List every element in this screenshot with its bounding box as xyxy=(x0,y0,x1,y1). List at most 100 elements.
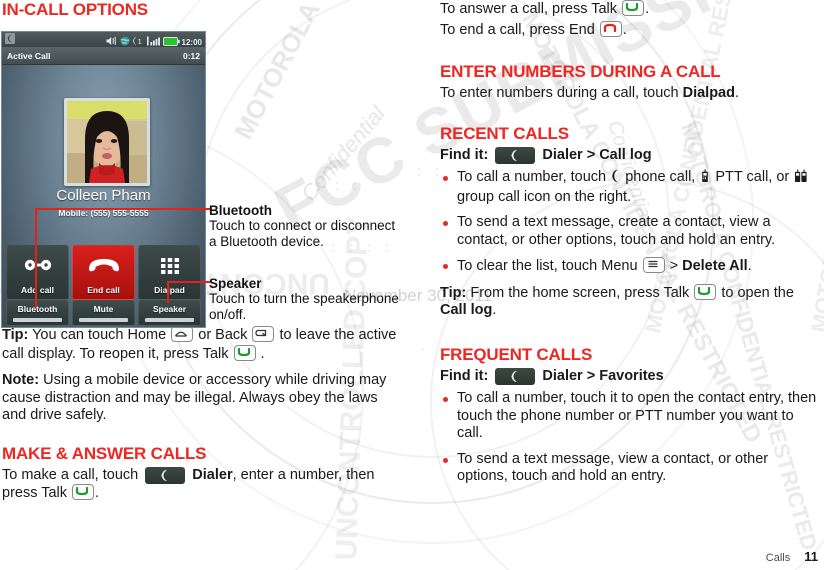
call-count-icon: 1 xyxy=(132,33,145,51)
make-call-text-1: To make a call, touch xyxy=(2,466,139,483)
note-text: Using a mobile device or accessory while… xyxy=(2,372,387,423)
talk-key-icon xyxy=(72,484,95,500)
tip-label: Tip: xyxy=(440,284,467,301)
menu-key-icon xyxy=(642,257,665,273)
make-answer-calls-heading: MAKE & ANSWER CALLS xyxy=(2,443,207,463)
status-bar-left xyxy=(5,32,15,49)
find-it-label: Find it: xyxy=(440,367,489,384)
dialer-app-button[interactable] xyxy=(495,146,536,164)
enter-numbers-paragraph: To enter numbers during a call, touch Di… xyxy=(440,85,822,103)
callout-leader-line xyxy=(167,281,169,303)
dialer-app-button[interactable] xyxy=(145,466,186,484)
recent-calls-path: Dialer > Call log xyxy=(542,146,652,163)
recent-tip-text-2: to open the xyxy=(721,284,794,301)
dialpad-label: Dialpad xyxy=(154,285,185,295)
dialpad-label: Dialpad xyxy=(682,85,735,101)
recent-tip-text-3: . xyxy=(492,302,497,318)
recent-tip-text-1: From the home screen, press Talk xyxy=(470,284,690,301)
tip-label: Tip: xyxy=(2,327,29,343)
toggle-indicator xyxy=(79,318,128,322)
in-call-body: Colleen Pham Mobile: (555) 555-5555 Add … xyxy=(2,65,205,327)
make-call-paragraph: To make a call, touch Dialer, enter a nu… xyxy=(2,466,398,503)
list-item: To call a number, touch it to open the c… xyxy=(440,390,822,443)
answer-call-text-2: . xyxy=(645,1,650,17)
end-call-button[interactable]: End call xyxy=(72,245,135,300)
end-call-text-1: To end a call, press End xyxy=(440,21,595,38)
dialer-app-button[interactable] xyxy=(495,367,536,385)
toggle-indicator xyxy=(13,318,62,322)
group-call-icon xyxy=(794,169,808,189)
callout-leader-line xyxy=(167,281,210,283)
home-key-icon xyxy=(171,326,194,342)
talk-key-icon xyxy=(622,0,645,16)
contact-avatar xyxy=(64,98,150,186)
delete-all-label: Delete All xyxy=(682,258,748,274)
tip-text-4: . xyxy=(260,345,265,362)
end-call-label: End call xyxy=(87,285,120,295)
bullet-text-mid-2: PTT call, or xyxy=(715,169,790,185)
speaker-icon xyxy=(106,33,118,51)
bullet-text-mid-1: phone call, xyxy=(625,169,696,185)
tip-text-2: or Back xyxy=(198,327,248,343)
footer-section-label: Calls xyxy=(765,552,791,564)
frequent-calls-heading: FREQUENT CALLS xyxy=(440,344,593,364)
talk-key-icon xyxy=(233,344,256,361)
add-call-button[interactable]: Add call xyxy=(6,245,69,300)
enter-numbers-text-2: . xyxy=(734,85,740,101)
talk-key-icon xyxy=(694,283,717,300)
contact-name-label: Colleen Pham xyxy=(56,187,151,204)
call-duration-label: 0:12 xyxy=(182,50,200,61)
speaker-callout: Speaker Touch to turn the speakerphone o… xyxy=(209,276,399,323)
answer-call-text-1: To answer a call, press Talk xyxy=(440,1,618,17)
bluetooth-label: Bluetooth xyxy=(17,304,58,314)
battery-icon xyxy=(162,33,180,51)
dialer-label: Dialer xyxy=(192,466,233,483)
answer-call-paragraph: To answer a call, press Talk . xyxy=(440,0,822,19)
bluetooth-callout-title: Bluetooth xyxy=(209,203,272,218)
page-content: IN-CALL OPTIONS Tip: You can touch Home … xyxy=(0,0,824,570)
call-log-label: Call log xyxy=(440,302,493,318)
page-footer: Calls 11 xyxy=(766,549,818,564)
speaker-label: Speaker xyxy=(152,304,187,314)
dialpad-icon xyxy=(139,257,200,280)
in-call-options-heading: IN-CALL OPTIONS xyxy=(2,0,148,19)
frequent-calls-bullet-list: To call a number, touch it to open the c… xyxy=(440,390,822,486)
speaker-callout-text: Touch to turn the speakerphone on/off. xyxy=(209,291,399,322)
recent-calls-bullet-list: To call a number, touch phone call, PTT … xyxy=(440,169,822,276)
mute-label: Mute xyxy=(93,304,114,314)
bullet-text-post: group call icon on the right. xyxy=(457,188,632,205)
end-call-text-2: . xyxy=(622,21,627,38)
callout-leader-line xyxy=(35,208,210,210)
add-call-label: Add call xyxy=(20,285,55,295)
toggle-indicator xyxy=(145,318,194,322)
end-call-paragraph: To end a call, press End . xyxy=(440,20,822,40)
find-it-label: Find it: xyxy=(440,146,489,163)
status-bar-right: 1 12:00 xyxy=(106,33,202,51)
manual-page: FCC SUBMISSION MOTOROLA CONFIDENTIAL RES… xyxy=(0,0,824,570)
list-item: To send a text message, view a contact, … xyxy=(440,451,822,486)
bluetooth-toggle-button[interactable]: Bluetooth xyxy=(6,300,69,326)
enter-numbers-text-1: To enter numbers during a call, touch xyxy=(440,85,679,101)
dialpad-button[interactable]: Dialpad xyxy=(138,245,201,300)
phone-status-bar: 1 12:00 xyxy=(2,32,205,47)
end-key-icon xyxy=(599,20,622,37)
enter-numbers-heading: ENTER NUMBERS DURING A CALL xyxy=(440,62,721,81)
make-call-text-3: . xyxy=(95,485,100,501)
mute-toggle-button[interactable]: Mute xyxy=(72,300,135,326)
bluetooth-callout-text: Touch to connect or disconnect a Bluetoo… xyxy=(209,218,396,249)
right-column: To answer a call, press Talk . To end a … xyxy=(440,0,822,494)
globe-icon xyxy=(120,33,130,51)
back-key-icon xyxy=(252,326,275,342)
list-item: To send a text message, create a contact… xyxy=(440,214,822,249)
call-state-label: Active Call xyxy=(7,50,51,61)
add-call-icon xyxy=(7,257,68,278)
ptt-call-icon xyxy=(700,169,710,189)
bluetooth-callout: Bluetooth Touch to connect or disconnect… xyxy=(209,203,399,250)
bullet-text-separator: > xyxy=(669,258,683,274)
speaker-toggle-button[interactable]: Speaker xyxy=(138,300,201,326)
bullet-text-end: . xyxy=(747,258,752,274)
note-paragraph: Note: Using a mobile device or accessory… xyxy=(2,372,398,425)
